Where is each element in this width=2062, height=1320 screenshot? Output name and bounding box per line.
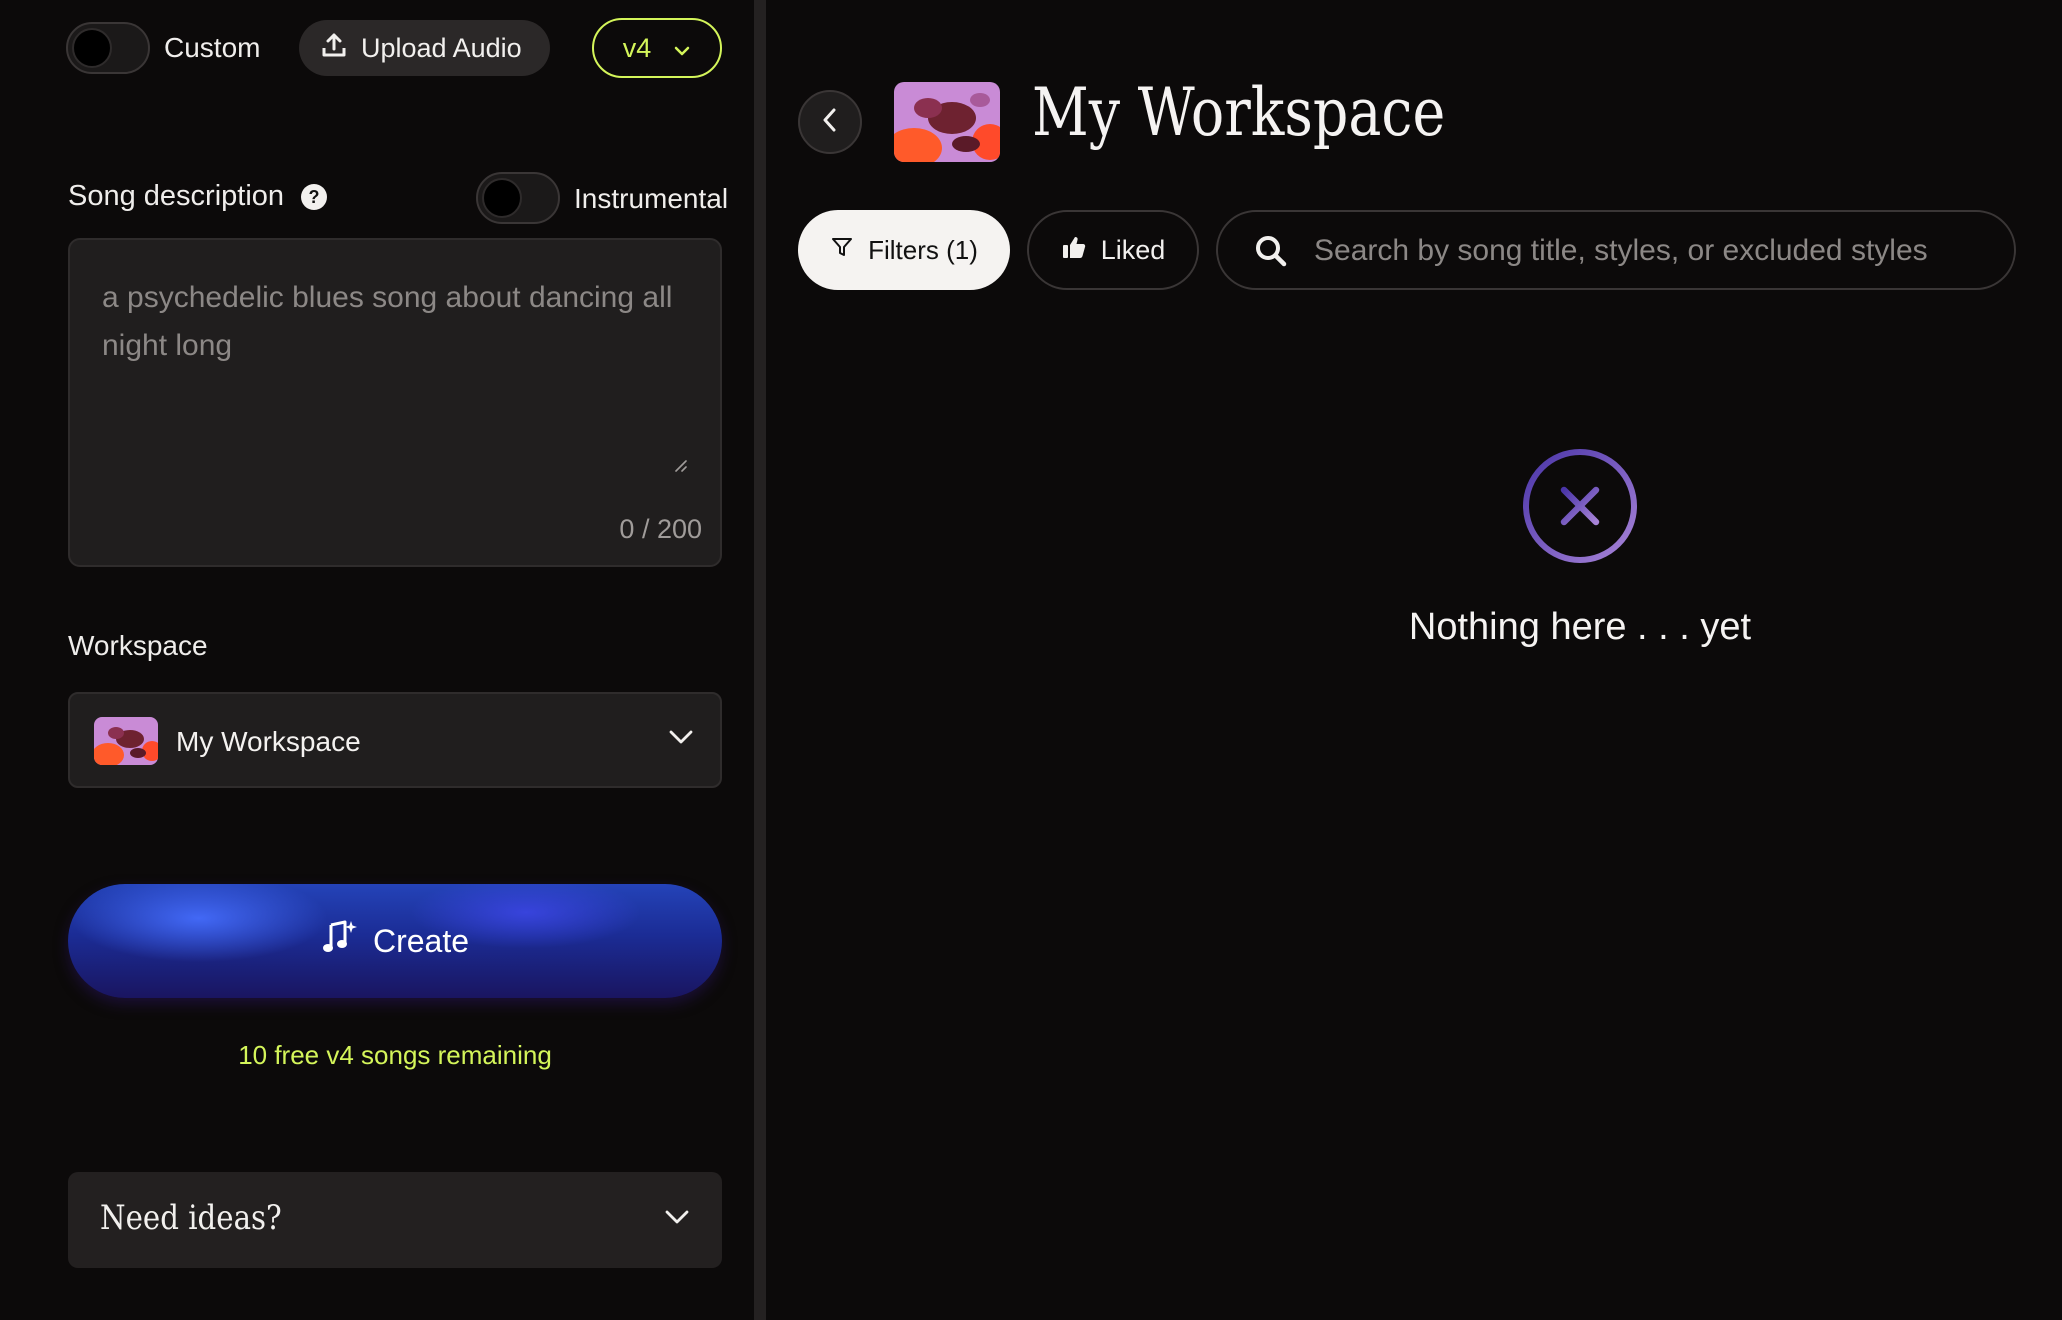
upload-icon — [321, 32, 347, 65]
back-button[interactable] — [798, 90, 862, 154]
panel-divider[interactable] — [754, 0, 766, 1320]
liked-label: Liked — [1100, 234, 1166, 265]
version-label: v4 — [622, 32, 652, 63]
song-description-label: Song description — [68, 180, 285, 212]
version-select[interactable]: v4 — [592, 18, 722, 78]
workspace-thumbnail — [94, 717, 158, 765]
chevron-down-icon — [664, 1208, 690, 1231]
upload-audio-button[interactable]: Upload Audio — [299, 20, 550, 76]
create-button[interactable]: Create — [68, 884, 722, 998]
music-sparkle-icon — [321, 919, 357, 963]
search-box[interactable] — [1216, 210, 2016, 290]
chevron-down-icon — [673, 33, 691, 64]
char-count: 0 / 200 — [619, 514, 702, 544]
chevron-left-icon — [819, 106, 841, 139]
workspace-label: Workspace — [68, 630, 208, 661]
free-songs-remaining: 10 free v4 songs remaining — [238, 1040, 552, 1070]
create-panel: Custom Upload Audio v4 Song description … — [0, 0, 754, 1320]
filters-label: Filters (1) — [868, 234, 978, 265]
workspace-selected: My Workspace — [176, 726, 361, 757]
workspace-cover-image — [894, 82, 1000, 162]
filters-button[interactable]: Filters (1) — [798, 210, 1010, 290]
instrumental-toggle[interactable] — [476, 172, 560, 224]
toggle-knob — [482, 178, 522, 218]
liked-button[interactable]: Liked — [1027, 210, 1199, 290]
empty-state-text: Nothing here . . . yet — [1408, 606, 1752, 648]
need-ideas-label: Need ideas? — [100, 1198, 282, 1238]
page-title: My Workspace — [1032, 74, 1446, 151]
need-ideas-accordion[interactable]: Need ideas? — [68, 1172, 722, 1268]
song-description-input[interactable]: a psychedelic blues song about dancing a… — [68, 238, 722, 567]
custom-label: Custom — [164, 32, 261, 63]
filter-icon — [830, 235, 854, 266]
custom-toggle[interactable] — [66, 22, 150, 74]
description-placeholder: a psychedelic blues song about dancing a… — [102, 281, 673, 362]
close-circle-icon — [1522, 448, 1638, 564]
create-label: Create — [372, 922, 470, 959]
chevron-down-icon — [668, 728, 694, 751]
help-icon[interactable]: ? — [301, 184, 327, 210]
resize-icon[interactable] — [673, 458, 687, 472]
instrumental-label: Instrumental — [574, 183, 729, 214]
search-input[interactable] — [1312, 228, 1992, 274]
thumbs-up-icon — [1061, 234, 1087, 267]
upload-audio-label: Upload Audio — [361, 32, 522, 63]
toggle-knob — [72, 28, 112, 68]
search-icon — [1254, 234, 1288, 273]
workspace-select[interactable]: My Workspace — [68, 692, 722, 788]
